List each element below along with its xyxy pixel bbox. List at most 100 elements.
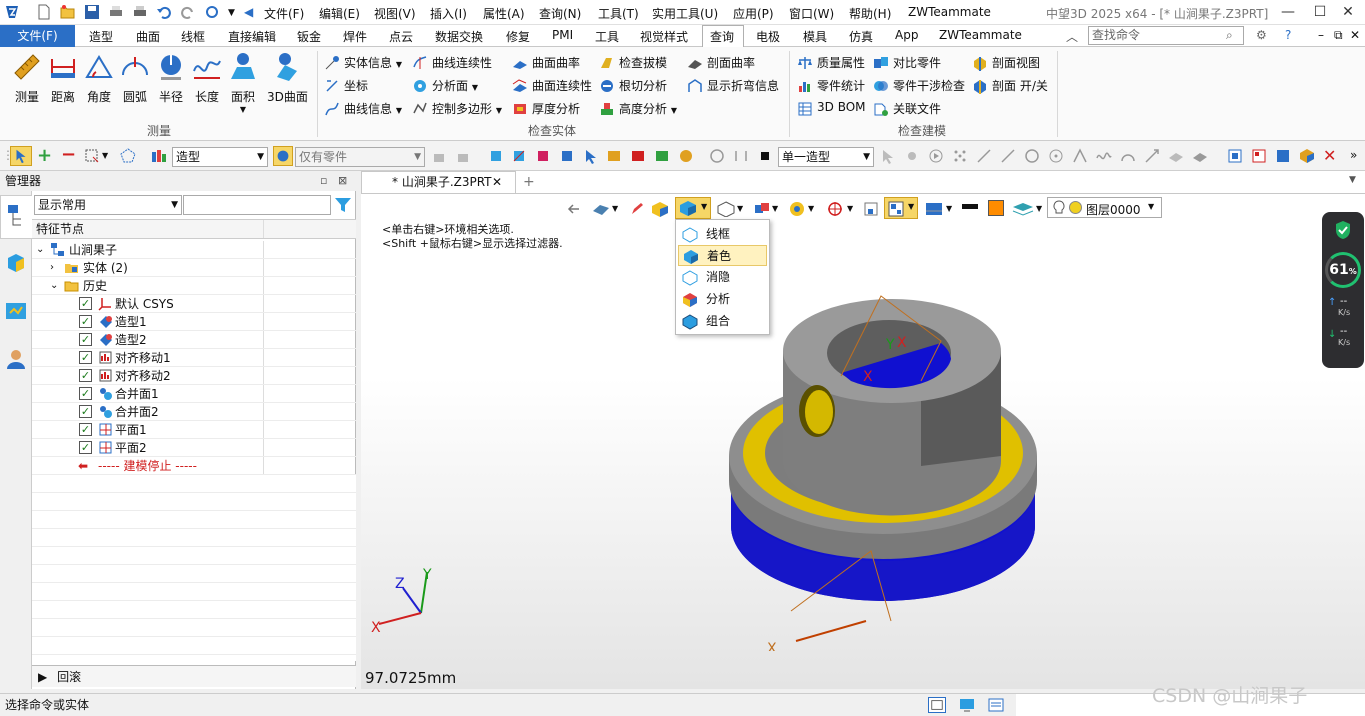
surface-3d-button[interactable]: 3D曲面 (267, 51, 308, 105)
doc-minimize-button[interactable]: – (1318, 28, 1324, 42)
part-scope-combo[interactable]: 仅有零件 ▼ (295, 147, 425, 167)
snap-arc-icon[interactable] (1120, 148, 1136, 164)
snap-play-icon[interactable] (928, 148, 944, 164)
radius-button[interactable]: 半径 (153, 51, 189, 105)
surface-continuity-button[interactable]: 曲面连续性 (512, 77, 592, 95)
close-tab-icon[interactable]: ✕ (492, 172, 502, 193)
height-analysis-button[interactable]: 高度分析 ▼ (599, 100, 677, 118)
compare-parts-button[interactable]: 对比零件 (873, 54, 941, 72)
tab-surface[interactable]: 曲面 (136, 28, 160, 45)
layer-stack-dropdown-icon[interactable]: ▼ (1036, 204, 1042, 213)
open-file-icon[interactable] (60, 4, 76, 20)
thickness-analysis-button[interactable]: 厚度分析 (512, 100, 580, 118)
mass-properties-button[interactable]: 质量属性 (797, 54, 865, 72)
menu-collapse-icon[interactable]: ◀ (244, 5, 253, 19)
rollback-marker-row[interactable]: ⬅ ----- 建模停止 ----- (32, 457, 356, 475)
area-dropdown-icon[interactable]: ▼ (225, 105, 261, 114)
rollback-arrow-icon[interactable]: ⬅ (78, 457, 88, 475)
snap-grid-icon[interactable] (952, 148, 968, 164)
pick-shape-icon[interactable] (559, 148, 575, 164)
menu-query[interactable]: 查询(N) (539, 5, 581, 22)
related-files-button[interactable]: 关联文件 (873, 100, 941, 118)
visual-style-icon[interactable] (789, 201, 805, 217)
doc-close-button[interactable]: ✕ (1350, 28, 1360, 42)
render-mode-analysis[interactable]: 分析 (678, 289, 767, 310)
pick-history-icon[interactable] (709, 148, 725, 164)
menu-help[interactable]: 帮助(H) (849, 5, 891, 22)
status-layout-icon[interactable] (928, 697, 946, 713)
status-screen-icon[interactable] (958, 697, 976, 713)
add-plus-icon[interactable]: + (37, 145, 53, 166)
length-button[interactable]: 长度 (189, 51, 225, 105)
collapse-chevron-icon[interactable]: ⌄ (50, 277, 58, 295)
feature-checkbox[interactable]: ✓ (79, 387, 92, 400)
refresh-icon[interactable] (204, 4, 220, 20)
tab-pointcloud[interactable]: 点云 (389, 28, 413, 45)
feature-checkbox[interactable]: ✓ (79, 369, 92, 382)
tab-electrode[interactable]: 电极 (756, 28, 780, 45)
curve-info-dropdown-icon[interactable]: ▼ (396, 106, 402, 115)
unlock-select-icon[interactable] (455, 148, 471, 164)
angle-button[interactable]: 角度 (81, 51, 117, 105)
snap-line-end-icon[interactable] (1000, 148, 1016, 164)
minimize-button[interactable]: — (1278, 2, 1298, 22)
select-pointer-icon[interactable] (10, 146, 32, 166)
height-analysis-dropdown-icon[interactable]: ▼ (671, 106, 677, 115)
cancel-x-icon[interactable]: ✕ (1323, 146, 1339, 165)
menu-attribute[interactable]: 属性(A) (483, 5, 525, 22)
help-icon[interactable]: ? (1285, 28, 1291, 42)
part-cube-icon[interactable] (6, 253, 26, 273)
tab-mold[interactable]: 模具 (803, 28, 827, 45)
render-mode-combined[interactable]: 组合 (678, 311, 767, 332)
area-button[interactable]: 面积 ▼ (225, 51, 261, 114)
surface-curvature-button[interactable]: 曲面曲率 (512, 54, 580, 72)
filter-funnel-icon[interactable] (334, 196, 352, 214)
tab-repair[interactable]: 修复 (506, 28, 530, 45)
layer-stack-icon[interactable] (1012, 201, 1034, 217)
search-input[interactable]: 查找命令 (1088, 26, 1244, 45)
zoom-window-icon[interactable] (863, 201, 879, 217)
3d-part-model[interactable]: Y X X X (701, 281, 1061, 651)
tab-weldment[interactable]: 焊件 (343, 28, 367, 45)
pick-mode-combo[interactable]: 单一造型 ▼ (778, 147, 874, 167)
render-mode-button[interactable]: ▼ (675, 197, 711, 219)
feature-row[interactable]: ✓ 造型1 (32, 313, 356, 331)
feature-row[interactable]: ✓ 默认 CSYS (32, 295, 356, 313)
print-preview-icon[interactable] (132, 4, 148, 20)
check-draft-button[interactable]: 检查拔模 (599, 54, 667, 72)
snap-pointer-icon[interactable] (880, 148, 896, 164)
feature-row[interactable]: ✓ 合并面2 (32, 403, 356, 421)
user-profile-icon[interactable] (4, 347, 28, 371)
snap-face-icon[interactable] (1168, 148, 1184, 164)
search-icon[interactable]: ⌕ (1226, 28, 1233, 43)
interference-check-button[interactable]: 零件干涉检查 (873, 77, 965, 95)
tab-list-dropdown-icon[interactable]: ▼ (1349, 175, 1356, 185)
menu-insert[interactable]: 插入(I) (430, 5, 467, 22)
display-filter-dropdown-icon[interactable]: ▼ (772, 204, 778, 213)
feature-row[interactable]: ✓ 对齐移动2 (32, 367, 356, 385)
snap-line-icon[interactable] (976, 148, 992, 164)
control-polygon-dropdown-icon[interactable]: ▼ (496, 106, 502, 115)
feature-checkbox[interactable]: ✓ (79, 351, 92, 364)
box-select-icon[interactable] (84, 148, 100, 164)
display-filter-combo[interactable]: 显示常用 ▼ (34, 195, 182, 215)
menu-utilities[interactable]: 实用工具(U) (652, 5, 718, 22)
box-select-dropdown-icon[interactable]: ▼ (102, 151, 118, 167)
new-file-icon[interactable] (36, 4, 52, 20)
snap-vertex-icon[interactable] (904, 148, 920, 164)
tab-visual-style[interactable]: 视觉样式 (640, 28, 688, 45)
shaded-edge-icon[interactable] (651, 201, 669, 217)
tab-direct-edit[interactable]: 直接编辑 (228, 28, 276, 45)
undercut-analysis-button[interactable]: 根切分析 (599, 77, 667, 95)
entity-info-dropdown-icon[interactable]: ▼ (396, 60, 402, 69)
undo-icon[interactable] (156, 4, 172, 20)
tree-node-root[interactable]: ⌄ 山涧果子 (32, 241, 356, 259)
pick-cursor-icon[interactable] (583, 148, 599, 164)
rollback-section[interactable]: ▶ 回滚 (32, 665, 356, 687)
layer-combo[interactable]: 图层0000 ▼ (1047, 197, 1162, 218)
side-hole-face[interactable] (805, 390, 833, 434)
menu-apps[interactable]: 应用(P) (733, 5, 774, 22)
pick-feature-icon[interactable] (606, 148, 622, 164)
render-mode-wireframe[interactable]: 线框 (678, 224, 767, 245)
lock-select-icon[interactable] (431, 148, 447, 164)
